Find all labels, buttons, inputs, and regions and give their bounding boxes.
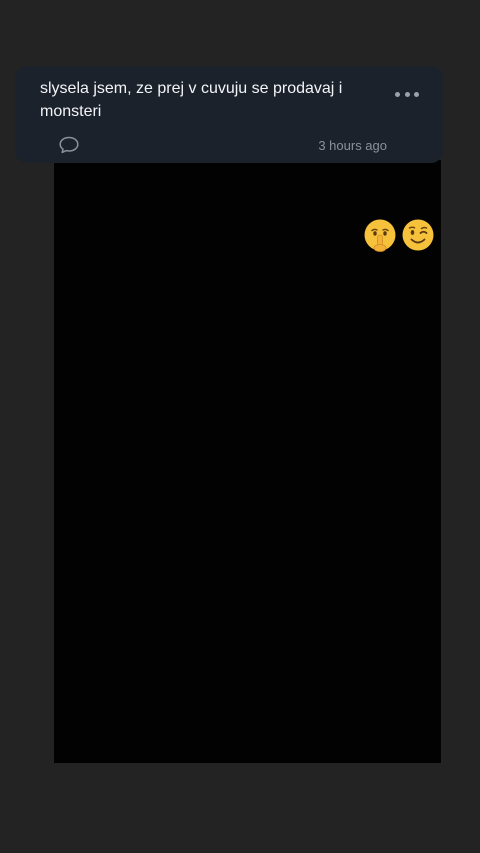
comment-button[interactable]	[58, 135, 80, 155]
more-options-button[interactable]	[395, 82, 419, 106]
post-card[interactable]: slysela jsem, ze prej v cuvuju se prodav…	[15, 66, 443, 163]
more-dots-icon	[395, 91, 400, 97]
post-text: slysela jsem, ze prej v cuvuju se prodav…	[40, 80, 343, 120]
shushing-face-emoji-icon	[364, 219, 396, 252]
sticker-group	[363, 218, 435, 252]
winking-face-emoji-icon	[402, 219, 434, 251]
post-timestamp: 3 hours ago	[318, 138, 387, 153]
comment-bubble-icon	[59, 136, 79, 154]
